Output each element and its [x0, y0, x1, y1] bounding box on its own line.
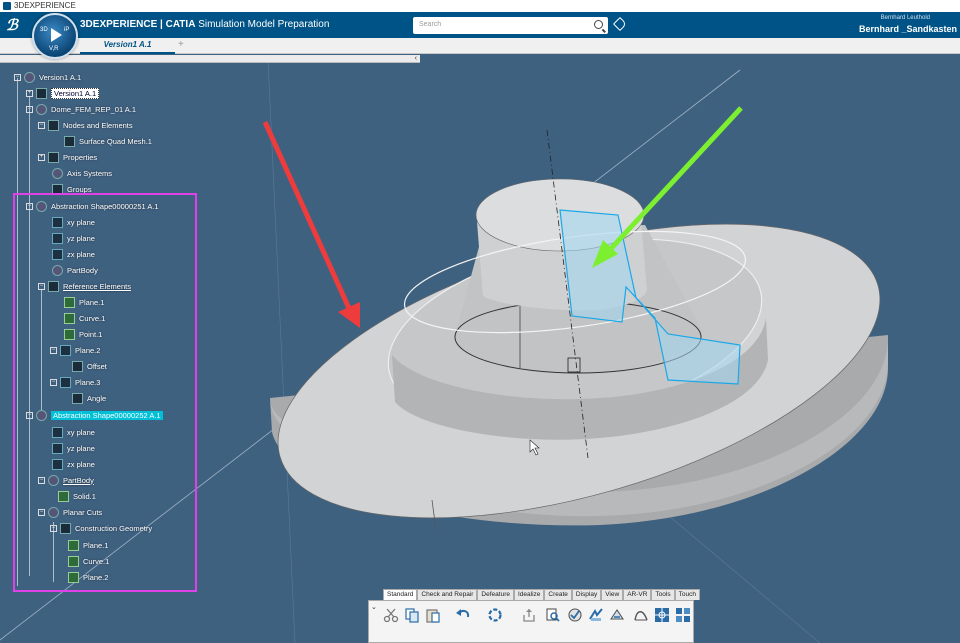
annotation-highlight-box	[13, 193, 197, 592]
curve-tool-icon[interactable]	[633, 607, 649, 623]
tree-node[interactable]: − Dome_FEM_REP_01 A.1	[26, 102, 136, 116]
update-icon[interactable]	[487, 607, 503, 623]
app-name: Simulation Model Preparation	[198, 19, 330, 30]
action-bar: ⌄	[368, 600, 694, 643]
tree-node[interactable]: − Version1 A.1	[14, 70, 81, 84]
search-icon[interactable]	[594, 20, 603, 29]
tab-tools[interactable]: Tools	[651, 589, 675, 600]
mesh-icon	[64, 135, 75, 147]
compass-quadrant-vr[interactable]: V,R	[49, 46, 58, 52]
tag-icon[interactable]	[612, 16, 628, 32]
properties-icon	[48, 151, 59, 163]
brand-label: 3DEXPERIENCE | CATIA	[80, 19, 196, 30]
copy-icon[interactable]	[404, 607, 420, 623]
play-icon[interactable]	[51, 28, 62, 42]
user-subname: Bernhard Leuthold	[880, 15, 930, 21]
tree-node[interactable]: Axis Systems	[52, 166, 112, 180]
inspect-icon[interactable]	[545, 607, 561, 623]
collapse-toggle-icon[interactable]: −	[14, 73, 21, 81]
ds-logo-icon: ℬ	[6, 18, 18, 34]
tab-create[interactable]: Create	[544, 589, 572, 600]
repair-icon[interactable]	[588, 607, 604, 623]
tab-display[interactable]: Display	[571, 589, 602, 600]
collapse-toggle-icon[interactable]: −	[38, 121, 45, 129]
version-icon	[36, 87, 47, 99]
tree-node[interactable]: Surface Quad Mesh.1	[64, 134, 152, 148]
fem-rep-icon	[36, 103, 47, 115]
red-arrow-shaft	[262, 120, 355, 317]
mesh-grid-icon[interactable]	[654, 607, 670, 623]
construction-line-2	[267, 59, 296, 643]
check-geometry-icon[interactable]	[567, 607, 583, 623]
tab-idealize[interactable]: Idealize	[513, 589, 545, 600]
chevron-down-icon[interactable]: ⌄	[371, 603, 377, 611]
expand-toggle-icon[interactable]: +	[26, 89, 33, 97]
user-name[interactable]: Bernhard _Sandkasten	[859, 24, 957, 34]
collapse-panel-icon[interactable]: ‹	[415, 55, 417, 63]
axis-system-icon	[52, 167, 63, 179]
compass-button[interactable]: 3D iP V,R	[32, 13, 78, 59]
undo-icon[interactable]	[455, 607, 471, 623]
collapse-toggle-icon[interactable]: −	[26, 105, 33, 113]
tab-check-and-repair[interactable]: Check and Repair	[417, 589, 478, 600]
tab-view[interactable]: View	[601, 589, 624, 600]
add-tab-icon[interactable]: +	[178, 39, 184, 50]
tab-ar-vr[interactable]: AR-VR	[623, 589, 652, 600]
cut-icon[interactable]	[383, 607, 399, 623]
nodes-elements-icon	[48, 119, 59, 131]
share-icon[interactable]	[521, 607, 537, 623]
heal-icon[interactable]	[609, 607, 625, 623]
product-icon	[24, 71, 35, 83]
split-view-icon[interactable]	[675, 607, 691, 623]
tab-version1[interactable]: Version1 A.1	[80, 38, 175, 54]
tab-touch[interactable]: Touch	[674, 589, 700, 600]
tree-node[interactable]: − Nodes and Elements	[38, 118, 133, 132]
tree-node[interactable]: + Properties	[38, 150, 97, 164]
tab-defeature[interactable]: Defeature	[477, 589, 514, 600]
tree-node[interactable]: + Version1 A.1	[26, 86, 100, 100]
search-input[interactable]: Search	[413, 17, 608, 34]
expand-toggle-icon[interactable]: +	[38, 153, 45, 161]
compass-quadrant-ip[interactable]: iP	[64, 27, 69, 33]
app-title: 3DEXPERIENCE | CATIA Simulation Model Pr…	[80, 19, 329, 30]
tab-standard[interactable]: Standard	[383, 589, 418, 600]
app-logo-icon	[3, 2, 11, 10]
window-title: 3DEXPERIENCE	[14, 1, 76, 10]
document-tabbar: Version1 A.1 +	[0, 38, 960, 54]
paste-icon[interactable]	[425, 607, 441, 623]
search-placeholder: Search	[419, 21, 442, 28]
compass-quadrant-3d[interactable]: 3D	[40, 27, 48, 33]
app-header: ℬ 3DEXPERIENCE | CATIA Simulation Model …	[0, 12, 960, 38]
window-titlebar: 3DEXPERIENCE	[0, 0, 960, 12]
action-bar-tabs: Standard Check and Repair Defeature Idea…	[383, 589, 700, 600]
